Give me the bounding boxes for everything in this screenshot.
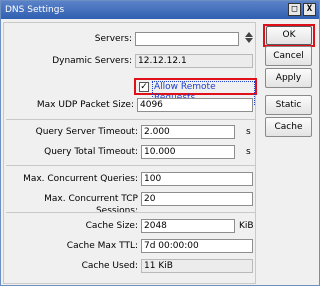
ok-button-highlight: OK: [263, 24, 315, 47]
apply-button[interactable]: Apply: [265, 68, 312, 88]
query-server-timeout-input[interactable]: 2.000: [141, 125, 235, 139]
separator: [6, 165, 255, 166]
servers-label: Servers:: [94, 34, 132, 44]
query-total-timeout-unit: s: [246, 147, 251, 157]
dynamic-servers-label: Dynamic Servers:: [52, 56, 132, 66]
cache-button[interactable]: Cache: [265, 117, 312, 137]
cache-size-input[interactable]: 2048: [141, 219, 235, 233]
separator: [6, 119, 255, 120]
allow-remote-requests-checkbox[interactable]: ✓: [139, 82, 149, 92]
cancel-button[interactable]: Cancel: [265, 46, 312, 66]
query-server-timeout-unit: s: [246, 127, 251, 137]
cache-max-ttl-label: Cache Max TTL:: [66, 241, 138, 251]
cache-used-label: Cache Used:: [81, 261, 138, 271]
separator: [6, 212, 255, 213]
title-bar[interactable]: DNS Settings □ X: [1, 1, 319, 19]
window-title: DNS Settings: [5, 5, 65, 15]
settings-panel: Servers: Dynamic Servers: 12.12.12.1 ✓ A…: [3, 22, 257, 284]
cache-size-unit: KiB: [239, 221, 254, 231]
query-total-timeout-input[interactable]: 10.000: [141, 145, 235, 159]
dynamic-servers-field: 12.12.12.1: [135, 54, 253, 68]
query-server-timeout-label: Query Server Timeout:: [35, 127, 138, 137]
arrow-down-icon[interactable]: [244, 38, 253, 43]
max-udp-packet-size-input[interactable]: 4096: [137, 98, 253, 112]
max-concurrent-tcp-sessions-label: Max. Concurrent TCP Sessions:: [44, 194, 138, 216]
cache-max-ttl-input[interactable]: 7d 00:00:00: [141, 239, 253, 253]
ok-button[interactable]: OK: [266, 26, 312, 45]
static-button[interactable]: Static: [265, 95, 312, 115]
max-udp-packet-size-label: Max UDP Packet Size:: [36, 100, 134, 110]
allow-remote-requests-highlight: ✓ Allow Remote Requests: [134, 78, 257, 105]
max-concurrent-queries-label: Max. Concurrent Queries:: [23, 174, 138, 184]
close-icon[interactable]: X: [303, 3, 316, 16]
cache-used-field: 11 KiB: [141, 259, 253, 273]
dns-settings-window: DNS Settings □ X Servers: Dynamic Server…: [0, 0, 320, 286]
query-total-timeout-label: Query Total Timeout:: [44, 147, 138, 157]
cache-size-label: Cache Size:: [85, 221, 138, 231]
max-concurrent-queries-input[interactable]: 100: [141, 172, 253, 186]
max-concurrent-tcp-sessions-input[interactable]: 20: [141, 192, 253, 206]
servers-input[interactable]: [135, 32, 239, 46]
servers-updown-icon[interactable]: [244, 32, 253, 44]
maximize-icon[interactable]: □: [288, 3, 301, 16]
arrow-up-icon[interactable]: [244, 32, 253, 37]
